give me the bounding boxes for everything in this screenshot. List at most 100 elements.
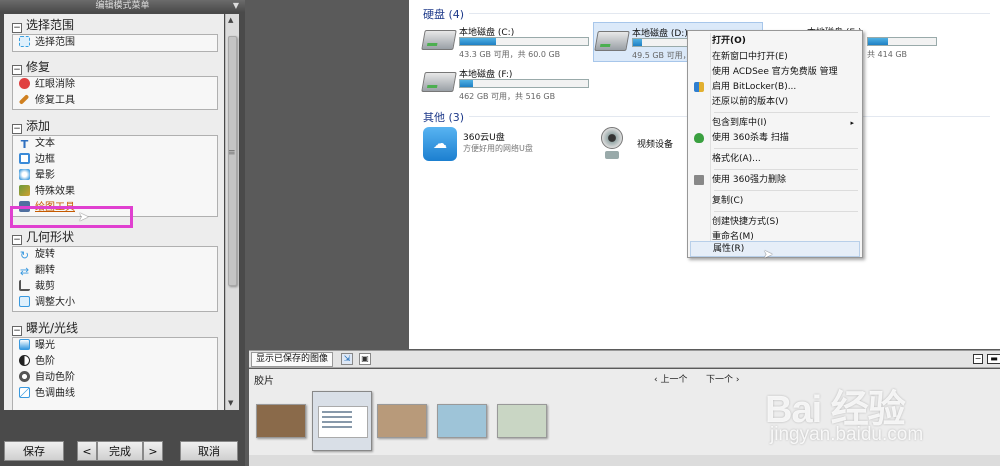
collapse-minus-icon[interactable]: − [12, 23, 22, 33]
link-icon[interactable]: ⇲ [341, 353, 353, 365]
group-repair: 红眼消除 修复工具 [12, 76, 218, 110]
tool-item-selection[interactable]: 选择范围 [13, 35, 217, 51]
drive-info: 43.3 GB 可用，共 60.0 GB [459, 50, 561, 59]
menu-item-acdsee[interactable]: 使用 ACDSee 官方免费版 管理 [690, 64, 860, 80]
levels-icon [19, 355, 30, 366]
webcam-icon [597, 125, 627, 161]
drive-c[interactable]: 本地磁盘 (C:) 43.3 GB 可用，共 60.0 GB [421, 22, 591, 62]
text-icon: T [20, 138, 29, 151]
scroll-thumb[interactable] [228, 36, 237, 286]
tool-item-rotate[interactable]: ↻ 旋转 [13, 247, 217, 263]
scroll-grip-icon: ≡ [228, 148, 236, 158]
menu-item-bitlocker[interactable]: 启用 BitLocker(B)... [690, 79, 860, 95]
tool-item-border[interactable]: 边框 [13, 152, 217, 168]
tool-item-levels[interactable]: 色阶 [13, 354, 217, 370]
menu-item-open[interactable]: 打开(O) [690, 33, 860, 49]
menu-item-create-shortcut[interactable]: 创建快捷方式(S) [690, 214, 860, 230]
drive-info: 462 GB 可用，共 516 GB [459, 92, 556, 101]
collapse-minus-icon[interactable]: − [12, 235, 22, 245]
tool-item-exposure[interactable]: 曝光 [13, 338, 217, 354]
menu-separator [714, 169, 858, 170]
cloud-drive-icon: ☁ [423, 127, 457, 161]
selection-icon [19, 36, 30, 47]
drive-usage-bar [632, 38, 692, 47]
group-title-exposure[interactable]: − 曝光/光线 [12, 320, 78, 336]
exposure-icon [19, 339, 30, 350]
thumbnail[interactable] [377, 404, 427, 438]
tool-item-repair[interactable]: 修复工具 [13, 93, 217, 109]
menu-item-copy[interactable]: 复制(C) [690, 193, 860, 209]
context-menu: 打开(O) 在新窗口中打开(E) 使用 ACDSee 官方免费版 管理 启用 B… [687, 30, 863, 258]
image-icon[interactable]: ▣ [359, 353, 371, 365]
cloud-drive-item[interactable]: ☁ 360云U盘 方便好用的网络U盘 [423, 127, 573, 163]
vignette-icon [19, 169, 30, 180]
panel-scrollbar[interactable]: ▲ ≡ ▼ [225, 14, 239, 410]
menu-item-format[interactable]: 格式化(A)... [690, 151, 860, 167]
minimize-icon[interactable]: − [973, 354, 983, 364]
menu-item-restore-versions[interactable]: 还原以前的版本(V) [690, 94, 860, 110]
previous-button[interactable]: ‹ 上一个 [654, 372, 687, 385]
drive-f[interactable]: 本地磁盘 (F:) 462 GB 可用，共 516 GB [421, 64, 591, 104]
panel-header: 编辑模式菜单 ▼ [0, 0, 245, 12]
border-icon [19, 153, 30, 164]
drive-usage-bar [867, 37, 937, 46]
filmstrip-label: 胶片 [254, 376, 274, 387]
submenu-arrow-icon: ▸ [850, 119, 854, 127]
tool-item-red-eye[interactable]: 红眼消除 [13, 77, 217, 93]
menu-item-360-delete[interactable]: 使用 360强力删除 [690, 172, 860, 188]
scroll-down-icon[interactable]: ▼ [228, 399, 233, 407]
thumbnail[interactable] [256, 404, 306, 438]
restore-icon[interactable]: ▬ [987, 354, 1000, 364]
menu-separator [714, 112, 858, 113]
flip-icon: ⇄ [19, 265, 30, 278]
video-device-item[interactable]: 视频设备 [597, 125, 697, 161]
drive-usage-bar [459, 37, 589, 46]
next-button[interactable]: 下一个 › [706, 372, 739, 385]
menu-item-include-library[interactable]: 包含到库中(I) ▸ [690, 115, 860, 131]
menu-item-open-new-window[interactable]: 在新窗口中打开(E) [690, 49, 860, 65]
thumbnail-selected[interactable] [312, 391, 372, 451]
done-button[interactable]: 完成 [97, 441, 143, 461]
show-saved-images-tab[interactable]: 显示已保存的图像 [251, 352, 334, 367]
tool-item-tone-curve[interactable]: 色调曲线 [13, 386, 217, 402]
tool-item-auto-levels[interactable]: 自动色阶 [13, 370, 217, 386]
tool-item-crop[interactable]: 裁剪 [13, 279, 217, 295]
tool-item-resize[interactable]: 调整大小 [13, 295, 217, 311]
tool-item-text[interactable]: T 文本 [13, 136, 217, 152]
tool-item-special-effects[interactable]: 特殊效果 [13, 184, 217, 200]
group-geometry: ↻ 旋转 ⇄ 翻转 裁剪 调整大小 [12, 246, 218, 312]
hard-drive-icon [421, 30, 457, 50]
panel-collapse-icon[interactable]: ▼ [233, 0, 239, 12]
auto-levels-icon [19, 371, 30, 382]
thumbnail[interactable] [497, 404, 547, 438]
collapse-minus-icon[interactable]: − [12, 124, 22, 134]
next-edit-button[interactable]: > [143, 441, 163, 461]
item-name: 360云U盘 [463, 133, 505, 143]
highlight-annotation [10, 206, 133, 228]
red-eye-icon [19, 78, 30, 89]
mouse-cursor-icon: ➤ [78, 210, 89, 225]
menu-separator [714, 148, 858, 149]
cancel-button[interactable]: 取消 [180, 441, 238, 461]
collapse-minus-icon[interactable]: − [12, 65, 22, 75]
prev-edit-button[interactable]: < [77, 441, 97, 461]
hard-drive-icon [421, 72, 457, 92]
thumbnail[interactable] [437, 404, 487, 438]
menu-item-properties[interactable]: 属性(R) [690, 241, 860, 257]
save-button[interactable]: 保存 [4, 441, 64, 461]
menu-item-360-scan[interactable]: 使用 360杀毒 扫描 [690, 130, 860, 146]
filmstrip-scrollbar[interactable] [249, 455, 1000, 466]
scroll-up-icon[interactable]: ▲ [228, 16, 233, 24]
special-effects-icon [19, 185, 30, 196]
group-title-add[interactable]: − 添加 [12, 118, 50, 134]
group-title-selection[interactable]: − 选择范围 [12, 17, 74, 33]
group-title-repair[interactable]: − 修复 [12, 59, 50, 75]
repair-brush-icon [18, 94, 30, 105]
tone-curve-icon [19, 387, 30, 398]
menu-separator [714, 190, 858, 191]
group-title-geometry[interactable]: − 几何形状 [12, 229, 74, 245]
collapse-minus-icon[interactable]: − [12, 326, 22, 336]
tool-item-flip[interactable]: ⇄ 翻转 [13, 263, 217, 279]
item-desc: 方便好用的网络U盘 [463, 144, 533, 153]
tool-item-vignette[interactable]: 晕影 [13, 168, 217, 184]
